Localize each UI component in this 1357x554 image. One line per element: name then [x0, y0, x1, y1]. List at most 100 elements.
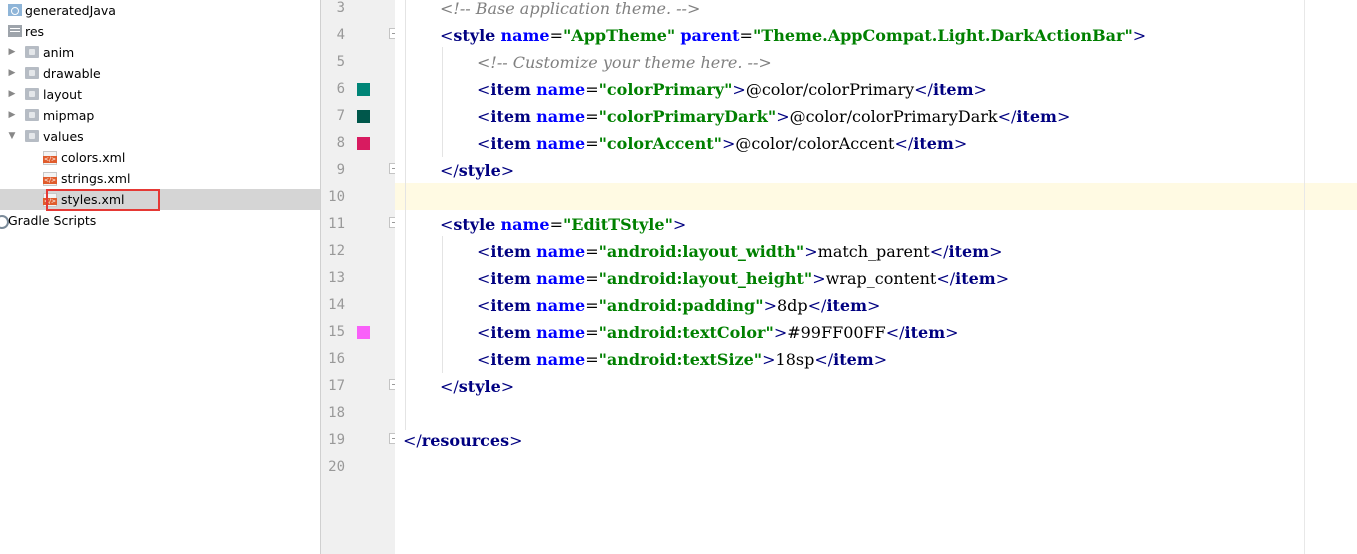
code-token: item [490, 134, 531, 153]
code-token: name [536, 269, 586, 288]
line-number: 20 [328, 459, 345, 475]
tree-item-layout[interactable]: ▶ layout [0, 84, 320, 105]
line-number: 15 [328, 324, 345, 340]
code-token: parent [680, 26, 740, 45]
code-token: < [440, 215, 454, 234]
code-token: item [1016, 107, 1057, 126]
code-token: > [804, 242, 818, 261]
code-token: > [500, 161, 515, 180]
folder-icon [25, 67, 39, 79]
code-token: resources [421, 431, 510, 450]
code-token: "android:textSize" [598, 350, 763, 369]
expand-arrow-icon[interactable]: ▶ [6, 84, 18, 105]
code-token: > [1056, 107, 1071, 126]
code-token: style [458, 161, 501, 180]
folder-icon [25, 88, 39, 100]
tree-item-anim[interactable]: ▶ anim [0, 42, 320, 63]
indent-guide [405, 0, 406, 430]
color-swatch[interactable] [357, 83, 370, 96]
code-token: "android:layout_height" [598, 269, 813, 288]
tree-item-res[interactable]: res [0, 21, 320, 42]
folder-icon [25, 130, 39, 142]
code-token: = [585, 134, 599, 153]
expand-arrow-icon[interactable]: ▶ [6, 63, 18, 84]
expand-arrow-icon[interactable]: ▶ [6, 42, 18, 63]
expand-arrow-icon[interactable]: ▶ [6, 105, 18, 126]
right-margin-guide [1304, 0, 1305, 554]
code-token: name [500, 26, 550, 45]
tree-item-colors-xml[interactable]: colors.xml [0, 147, 320, 168]
code-token: @color/colorPrimary [745, 80, 915, 99]
code-token: item [490, 323, 531, 342]
code-token: "colorPrimary" [598, 80, 733, 99]
code-token: item [490, 350, 531, 369]
color-swatch[interactable] [357, 326, 370, 339]
indent-guide [442, 47, 443, 157]
code-token: > [945, 323, 959, 342]
tree-item-label: mipmap [43, 108, 95, 123]
code-token: = [585, 107, 599, 126]
code-token: style [453, 215, 496, 234]
indent-guide [442, 236, 443, 373]
tree-item-strings-xml[interactable]: strings.xml [0, 168, 320, 189]
code-token: item [490, 296, 531, 315]
line-number: 3 [336, 0, 345, 16]
tree-item-mipmap[interactable]: ▶ mipmap [0, 105, 320, 126]
code-token: > [867, 296, 881, 315]
xml-file-icon [43, 151, 58, 165]
code-token: < [477, 134, 491, 153]
line-number: 12 [328, 243, 345, 259]
tree-item-label: layout [43, 87, 83, 102]
code-token: > [509, 431, 523, 450]
code-editor[interactable]: <!-- Base application theme. --> <style n… [395, 0, 1357, 554]
code-token: #99FF00FF [787, 323, 886, 342]
code-token: "android:padding" [598, 296, 764, 315]
code-token: = [739, 26, 753, 45]
tree-item-drawable[interactable]: ▶ drawable [0, 63, 320, 84]
code-token: > [1132, 26, 1147, 45]
code-token: > [672, 215, 687, 234]
tree-item-generatedjava[interactable]: generatedJava [0, 0, 320, 21]
code-token: = [585, 350, 599, 369]
code-token: > [995, 269, 1010, 288]
tree-item-gradle-scripts[interactable]: Gradle Scripts [0, 210, 320, 231]
code-token: > [500, 377, 515, 396]
code-line: <style name="EditTStyle"> [440, 211, 686, 238]
code-token: <!-- Base application theme. --> [440, 0, 701, 18]
code-line: <!-- Base application theme. --> [440, 0, 700, 22]
code-line: </style> [440, 157, 514, 184]
code-token: "android:layout_width" [598, 242, 805, 261]
code-token: < [477, 323, 491, 342]
code-token: match_parent [817, 242, 930, 261]
code-line: <item name="colorAccent">@color/colorAcc… [477, 130, 967, 157]
code-token: item [913, 134, 954, 153]
tree-item-label: drawable [43, 66, 101, 81]
code-token: name [536, 107, 586, 126]
folder-icon [25, 46, 39, 58]
code-token: < [440, 26, 454, 45]
tree-item-label: generatedJava [25, 3, 116, 18]
code-token: < [477, 350, 491, 369]
tree-item-values[interactable]: ▼ values [0, 126, 320, 147]
code-token: name [536, 134, 586, 153]
current-line-highlight [395, 183, 1357, 210]
code-token: = [585, 269, 599, 288]
editor-gutter: 3 4 5 6 7 8 9 10 11 12 13 14 15 16 17 18 19 20 [320, 0, 400, 554]
code-token: item [904, 323, 946, 342]
line-number: 9 [336, 162, 345, 178]
line-number: 4 [336, 27, 345, 43]
code-token: = [549, 26, 563, 45]
code-token: > [762, 350, 776, 369]
code-token: wrap_content [825, 269, 937, 288]
color-swatch[interactable] [357, 110, 370, 123]
code-token: item [948, 242, 990, 261]
code-line: <item name="android:textColor">#99FF00FF… [477, 319, 959, 346]
code-token: "Theme.AppCompat.Light.DarkActionBar" [752, 26, 1133, 45]
code-token: < [477, 296, 491, 315]
project-tree: generatedJava res ▶ anim ▶ drawable ▶ la… [0, 0, 320, 554]
color-swatch[interactable] [357, 137, 370, 150]
code-token: > [812, 269, 826, 288]
line-number: 18 [328, 405, 345, 421]
code-token: </ [914, 80, 933, 99]
collapse-arrow-icon[interactable]: ▼ [6, 126, 18, 147]
